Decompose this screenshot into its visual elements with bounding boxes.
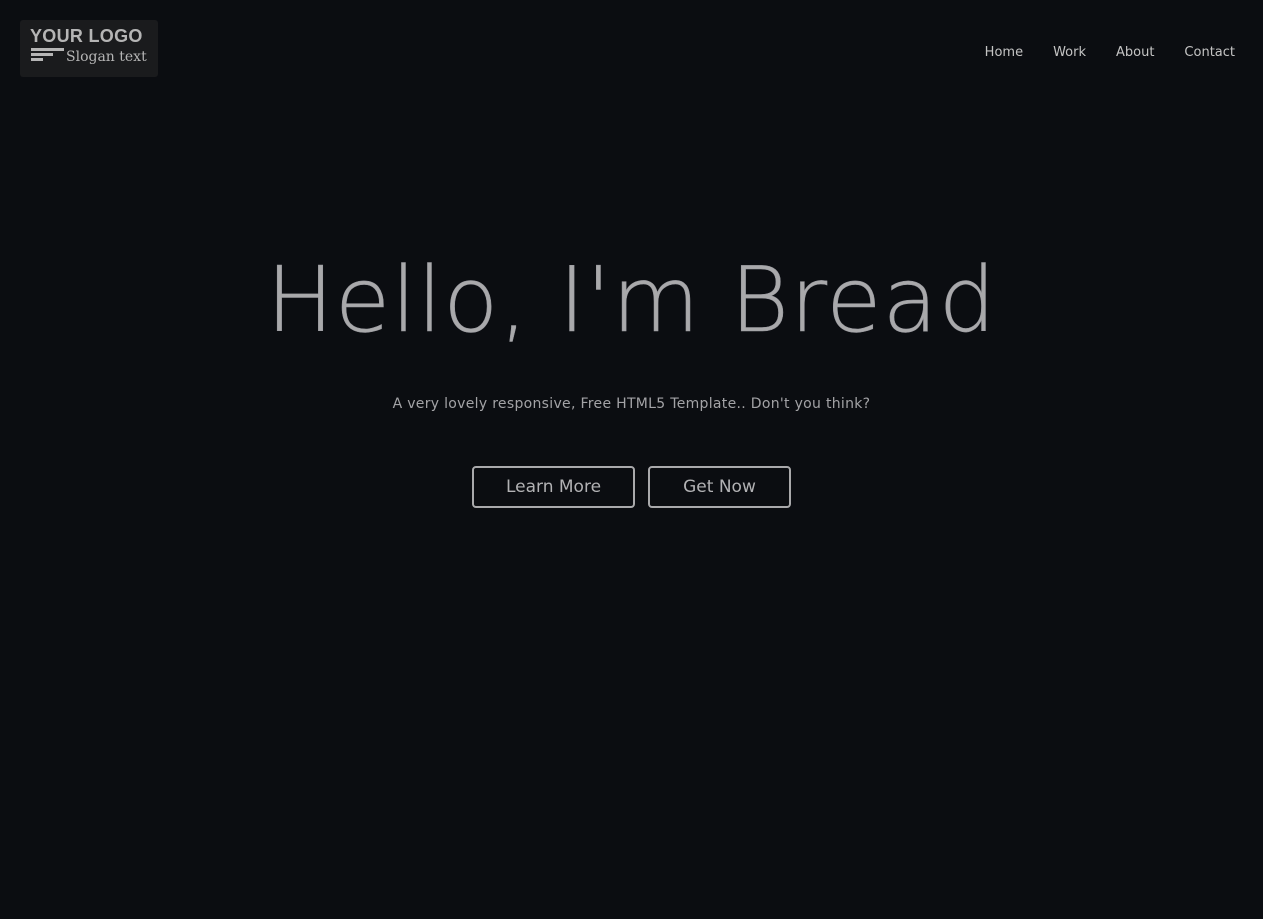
logo-slogan: Slogan text bbox=[66, 49, 147, 65]
main-nav: Home Work About Contact bbox=[955, 44, 1235, 62]
logo-text: YOUR LOGO bbox=[30, 26, 143, 46]
hero-subtitle: A very lovely responsive, Free HTML5 Tem… bbox=[392, 396, 871, 412]
hero-title: Hello, I'm Bread bbox=[266, 248, 997, 354]
learn-more-button[interactable]: Learn More bbox=[472, 466, 635, 508]
lines-icon bbox=[31, 48, 65, 64]
nav-item-home[interactable]: Home bbox=[985, 44, 1023, 62]
nav-item-work[interactable]: Work bbox=[1053, 44, 1086, 62]
get-now-button[interactable]: Get Now bbox=[648, 466, 791, 508]
nav-item-contact[interactable]: Contact bbox=[1184, 44, 1235, 62]
nav-item-about[interactable]: About bbox=[1116, 44, 1154, 62]
logo[interactable]: YOUR LOGO Slogan text bbox=[20, 20, 158, 77]
